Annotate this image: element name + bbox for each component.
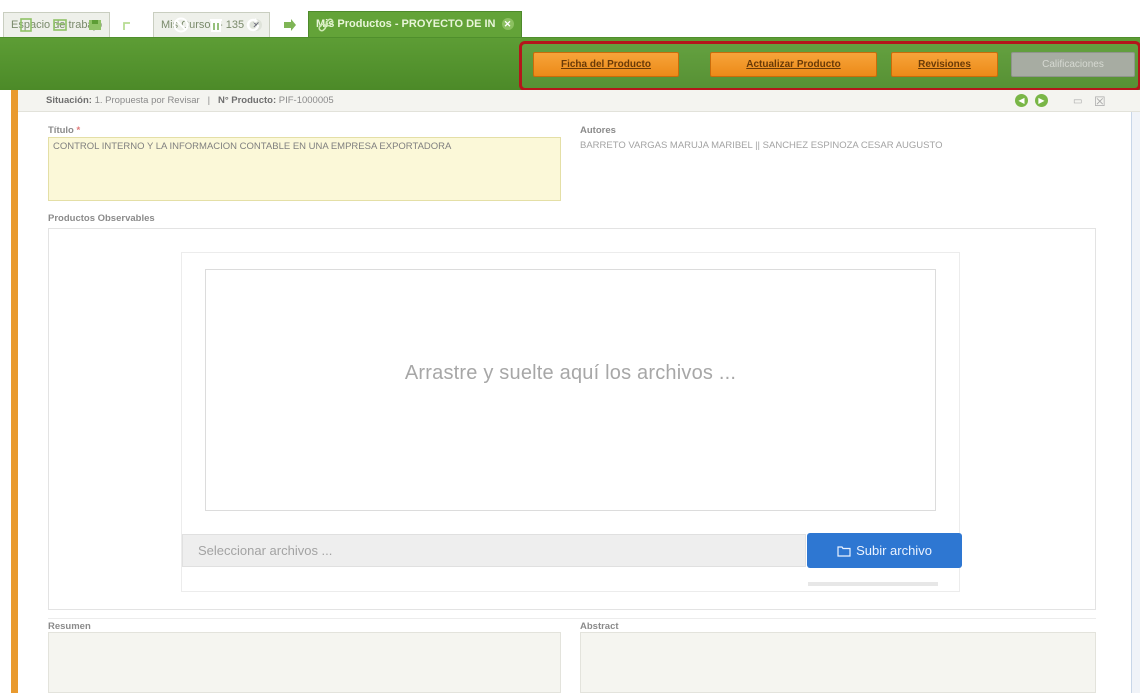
status-separator: | [207, 95, 211, 106]
section-divider [48, 618, 1096, 619]
status-info: Situación: 1. Propuesta por Revisar | N°… [46, 95, 334, 106]
scrollbar[interactable] [1131, 112, 1140, 693]
ficha-del-producto-button[interactable]: Ficha del Producto [533, 52, 679, 77]
resumen-label: Resumen [48, 621, 91, 632]
producto-value: PIF-1000005 [278, 95, 334, 106]
delete-icon[interactable] [206, 15, 226, 35]
next-record-icon[interactable]: ▶ [1035, 94, 1048, 107]
status-bar: Situación: 1. Propuesta por Revisar | N°… [18, 90, 1140, 112]
resumen-field[interactable] [48, 632, 561, 693]
close-window-icon[interactable]: ☒ [1094, 94, 1106, 110]
abstract-field[interactable] [580, 632, 1096, 693]
actualizar-producto-button[interactable]: Actualizar Producto [710, 52, 877, 77]
tab-label: Mis Productos - PROYECTO DE IN [316, 18, 496, 30]
producto-label: N° Producto: [217, 95, 277, 106]
productos-observables-label: Productos Observables [48, 213, 155, 224]
autores-label: Autores [580, 125, 616, 136]
export-icon[interactable] [120, 15, 140, 35]
folder-icon [837, 546, 851, 557]
subir-archivo-button[interactable]: Subir archivo [807, 533, 962, 568]
upload-progress-track [808, 582, 938, 586]
revisiones-button[interactable]: Revisiones [891, 52, 998, 77]
file-select-input[interactable]: Seleccionar archivos ... [182, 534, 806, 567]
close-icon[interactable]: ✕ [501, 18, 514, 30]
situacion-label: Situación: [46, 95, 92, 106]
situacion-value: 1. Propuesta por Revisar [94, 95, 200, 106]
calificaciones-button[interactable]: Calificaciones [1011, 52, 1135, 77]
refresh-icon[interactable] [243, 15, 263, 35]
autores-value: BARRETO VARGAS MARUJA MARIBEL || SANCHEZ… [580, 140, 943, 151]
titulo-label: Título * [48, 125, 80, 136]
titulo-label-text: Título [48, 125, 74, 136]
save-icon[interactable] [85, 15, 105, 35]
new-icon[interactable] [16, 15, 36, 35]
app-window: Espacio de trabajo Mis Cursos - 135 ✕ Mis… [0, 0, 1140, 693]
forward-icon[interactable] [280, 15, 300, 35]
link-icon[interactable] [316, 15, 336, 35]
prev-record-icon[interactable]: ◀ [1015, 94, 1028, 107]
abstract-label: Abstract [580, 621, 619, 632]
edit-icon[interactable] [50, 15, 70, 35]
dropzone[interactable] [205, 269, 936, 511]
cancel-icon[interactable] [171, 15, 191, 35]
upload-label: Subir archivo [856, 543, 932, 558]
required-mark: * [76, 125, 81, 136]
dropzone-text: Arrastre y suelte aquí los archivos ... [404, 362, 737, 384]
titulo-field[interactable]: CONTROL INTERNO Y LA INFORMACION CONTABL… [48, 137, 561, 201]
restore-window-icon[interactable]: ▭ [1073, 96, 1082, 107]
panel-left-border [11, 90, 18, 693]
tab-mis-productos[interactable]: Mis Productos - PROYECTO DE IN ✕ [308, 11, 522, 38]
